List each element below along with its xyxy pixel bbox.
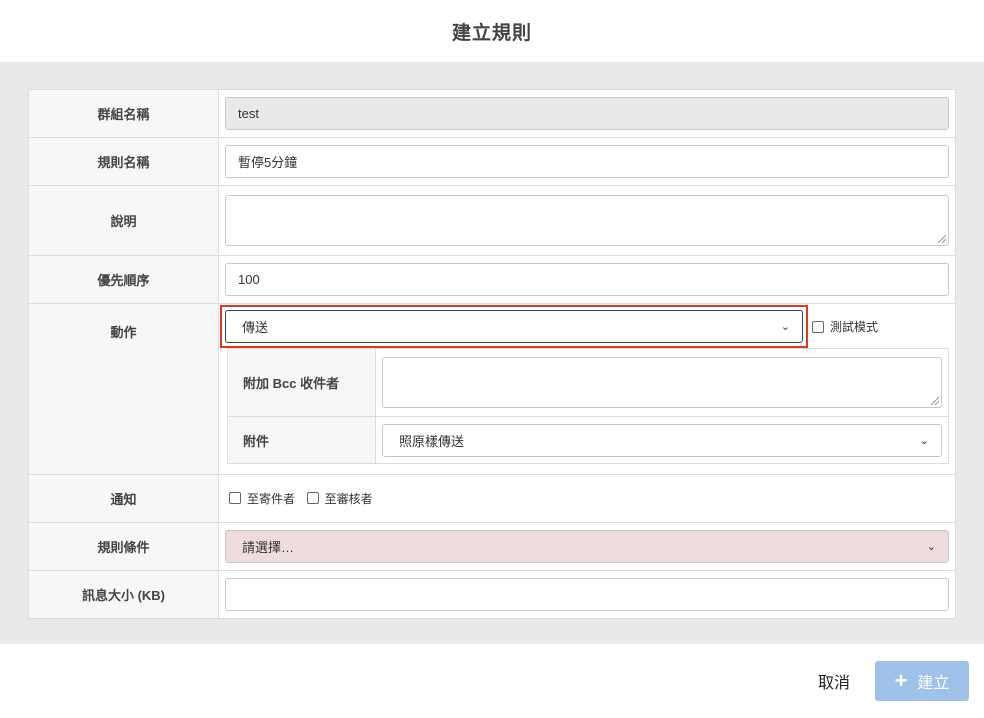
test-mode-label: 測試模式 <box>830 320 879 334</box>
notify-sender-checkbox[interactable] <box>229 492 241 505</box>
rule-name-field[interactable]: 暫停5分鐘 <box>225 145 949 178</box>
resize-grip-icon[interactable] <box>931 397 939 405</box>
notify-reviewer-label: 至審核者 <box>324 491 373 506</box>
description-textarea[interactable] <box>225 195 949 246</box>
action-label: 動作 <box>28 303 219 475</box>
notify-reviewer-toggle[interactable]: 至審核者 <box>306 490 373 507</box>
rule-name-label: 規則名稱 <box>28 137 219 186</box>
test-mode-toggle[interactable]: 測試模式 <box>812 318 878 335</box>
message-size-label: 訊息大小 (KB) <box>28 570 219 619</box>
dialog-footer: 取消 + 建立 <box>0 644 984 718</box>
description-label: 說明 <box>28 185 219 256</box>
cancel-button[interactable]: 取消 <box>800 662 868 700</box>
bcc-label: 附加 Bcc 收件者 <box>227 348 376 417</box>
notify-sender-toggle[interactable]: 至寄件者 <box>229 490 295 507</box>
notify-label: 通知 <box>28 474 219 523</box>
notify-sender-label: 至寄件者 <box>247 491 296 506</box>
priority-field[interactable]: 100 <box>225 263 949 296</box>
message-size-field[interactable] <box>225 578 949 611</box>
test-mode-checkbox[interactable] <box>812 320 824 333</box>
chevron-down-icon: ⌄ <box>919 434 929 447</box>
conditions-select[interactable]: 請選擇… ⌄ <box>225 530 949 563</box>
priority-label: 優先順序 <box>28 255 219 304</box>
notify-reviewer-checkbox[interactable] <box>306 492 319 505</box>
action-select[interactable]: 傳送 ⌄ <box>225 310 803 343</box>
resize-grip-icon[interactable] <box>938 235 946 243</box>
conditions-label: 規則條件 <box>28 522 219 571</box>
action-row: 傳送 ⌄ 測試模式 <box>220 305 949 348</box>
group-name-field: test <box>225 97 949 130</box>
create-button-label: 建立 <box>917 675 950 692</box>
dialog-title: 建立規則 <box>451 22 532 44</box>
chevron-down-icon: ⌄ <box>926 541 936 553</box>
action-selected-value: 傳送 <box>242 320 269 335</box>
dialog-body: 群組名稱 test 規則名稱 暫停5分鐘 說明 優先順序 100 動作 傳送 ⌄… <box>0 62 984 644</box>
bcc-textarea[interactable] <box>382 357 942 408</box>
dialog-header: 建立規則 <box>0 0 984 62</box>
attachment-select[interactable]: 照原樣傳送 ⌄ <box>382 423 942 457</box>
attachment-label: 附件 <box>227 416 376 464</box>
conditions-selected-value: 請選擇… <box>242 540 295 555</box>
plus-icon: + <box>894 668 908 693</box>
attachment-selected-value: 照原樣傳送 <box>399 433 465 449</box>
rule-form: 群組名稱 test 規則名稱 暫停5分鐘 說明 優先順序 100 動作 傳送 ⌄… <box>28 89 956 619</box>
create-button[interactable]: + 建立 <box>875 661 969 701</box>
chevron-down-icon: ⌄ <box>780 321 790 333</box>
action-select-highlight: 傳送 ⌄ <box>220 305 808 348</box>
action-options-table: 附加 Bcc 收件者 附件 照原樣傳送 ⌄ <box>227 348 949 464</box>
group-name-label: 群組名稱 <box>28 89 219 138</box>
